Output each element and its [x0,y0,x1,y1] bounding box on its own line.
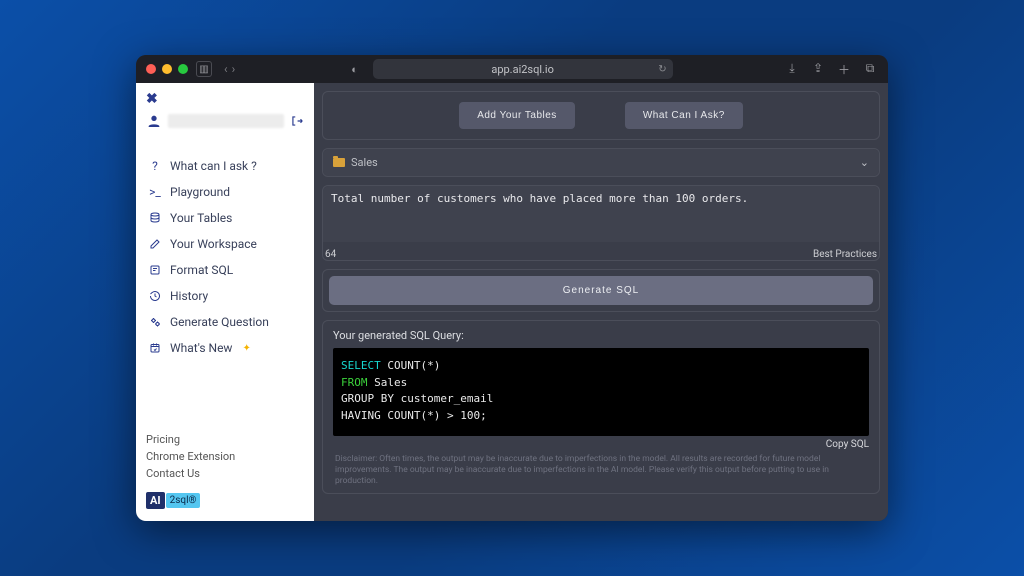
forward-button[interactable]: › [232,62,236,76]
browser-window: ▥ ‹ › ◐ app.ai2sql.io ↻ ⤓ ⇪ ＋ ⧉ ✖ [136,55,888,521]
nav-what-can-i-ask[interactable]: ?What can I ask ? [136,153,314,179]
close-sidebar-icon[interactable]: ✖ [146,91,304,107]
sidebar: ✖ ?What can I ask ? >_Playground Your Ta… [136,83,314,521]
signout-icon[interactable] [290,114,304,128]
sidebar-toggle-icon[interactable]: ▥ [196,61,212,77]
format-icon [148,264,162,276]
nav-workspace[interactable]: Your Workspace [136,231,314,257]
char-count: 64 [325,249,336,260]
folder-icon [333,158,345,167]
copy-sql-button[interactable]: Copy SQL [333,436,869,450]
tabs-icon[interactable]: ⧉ [862,61,878,78]
footer-pricing[interactable]: Pricing [146,431,304,448]
download-icon[interactable]: ⤓ [784,61,800,78]
maximize-window-dot[interactable] [178,64,188,74]
titlebar: ▥ ‹ › ◐ app.ai2sql.io ↻ ⤓ ⇪ ＋ ⧉ [136,55,888,83]
brand-logo: AI2sql® [146,490,200,511]
nav-list: ?What can I ask ? >_Playground Your Tabl… [136,153,314,361]
query-input[interactable] [323,186,879,242]
terminal-icon: >_ [148,185,162,199]
sparkle-icon: ✦ [242,343,250,354]
window-controls [146,64,188,74]
chevron-down-icon: ⌄ [860,156,869,169]
nav-generate-question[interactable]: Generate Question [136,309,314,335]
nav-whats-new[interactable]: What's New✦ [136,335,314,361]
disclaimer-text: Disclaimer: Often times, the output may … [333,450,869,487]
back-button[interactable]: ‹ [224,62,228,76]
content-area: Add Your Tables What Can I Ask? Sales ⌄ … [314,83,888,521]
top-actions-card: Add Your Tables What Can I Ask? [322,91,880,140]
what-can-i-ask-button[interactable]: What Can I Ask? [625,102,743,129]
result-title: Your generated SQL Query: [333,329,869,342]
footer-chrome-extension[interactable]: Chrome Extension [146,448,304,465]
url-text: app.ai2sql.io [491,63,554,76]
nav-playground[interactable]: >_Playground [136,179,314,205]
nav-your-tables[interactable]: Your Tables [136,205,314,231]
calendar-icon [148,342,162,354]
refresh-icon[interactable]: ↻ [658,64,666,75]
footer-contact[interactable]: Contact Us [146,465,304,482]
question-icon: ? [148,159,162,173]
nav-history[interactable]: History [136,283,314,309]
best-practices-link[interactable]: Best Practices [813,249,877,260]
generate-card: Generate SQL [322,269,880,312]
nav-format-sql[interactable]: Format SQL [136,257,314,283]
edit-icon [148,238,162,250]
minimize-window-dot[interactable] [162,64,172,74]
privacy-shield-icon[interactable]: ◐ [347,61,363,77]
sql-output: SELECT COUNT(*) FROM Sales GROUP BY cust… [333,348,869,436]
dataset-select-card: Sales ⌄ [322,148,880,177]
gears-icon [148,316,162,328]
share-icon[interactable]: ⇪ [810,61,826,78]
nav-arrows: ‹ › [224,62,235,76]
add-tables-button[interactable]: Add Your Tables [459,102,575,129]
database-icon [148,212,162,224]
new-tab-icon[interactable]: ＋ [836,61,852,78]
history-icon [148,290,162,302]
query-card: 64 Best Practices [322,185,880,261]
close-window-dot[interactable] [146,64,156,74]
url-bar[interactable]: app.ai2sql.io ↻ [373,59,673,79]
user-name [168,114,284,128]
generate-sql-button[interactable]: Generate SQL [329,276,873,305]
result-card: Your generated SQL Query: SELECT COUNT(*… [322,320,880,494]
user-avatar-icon [146,113,162,129]
dataset-select[interactable]: Sales ⌄ [323,149,879,176]
